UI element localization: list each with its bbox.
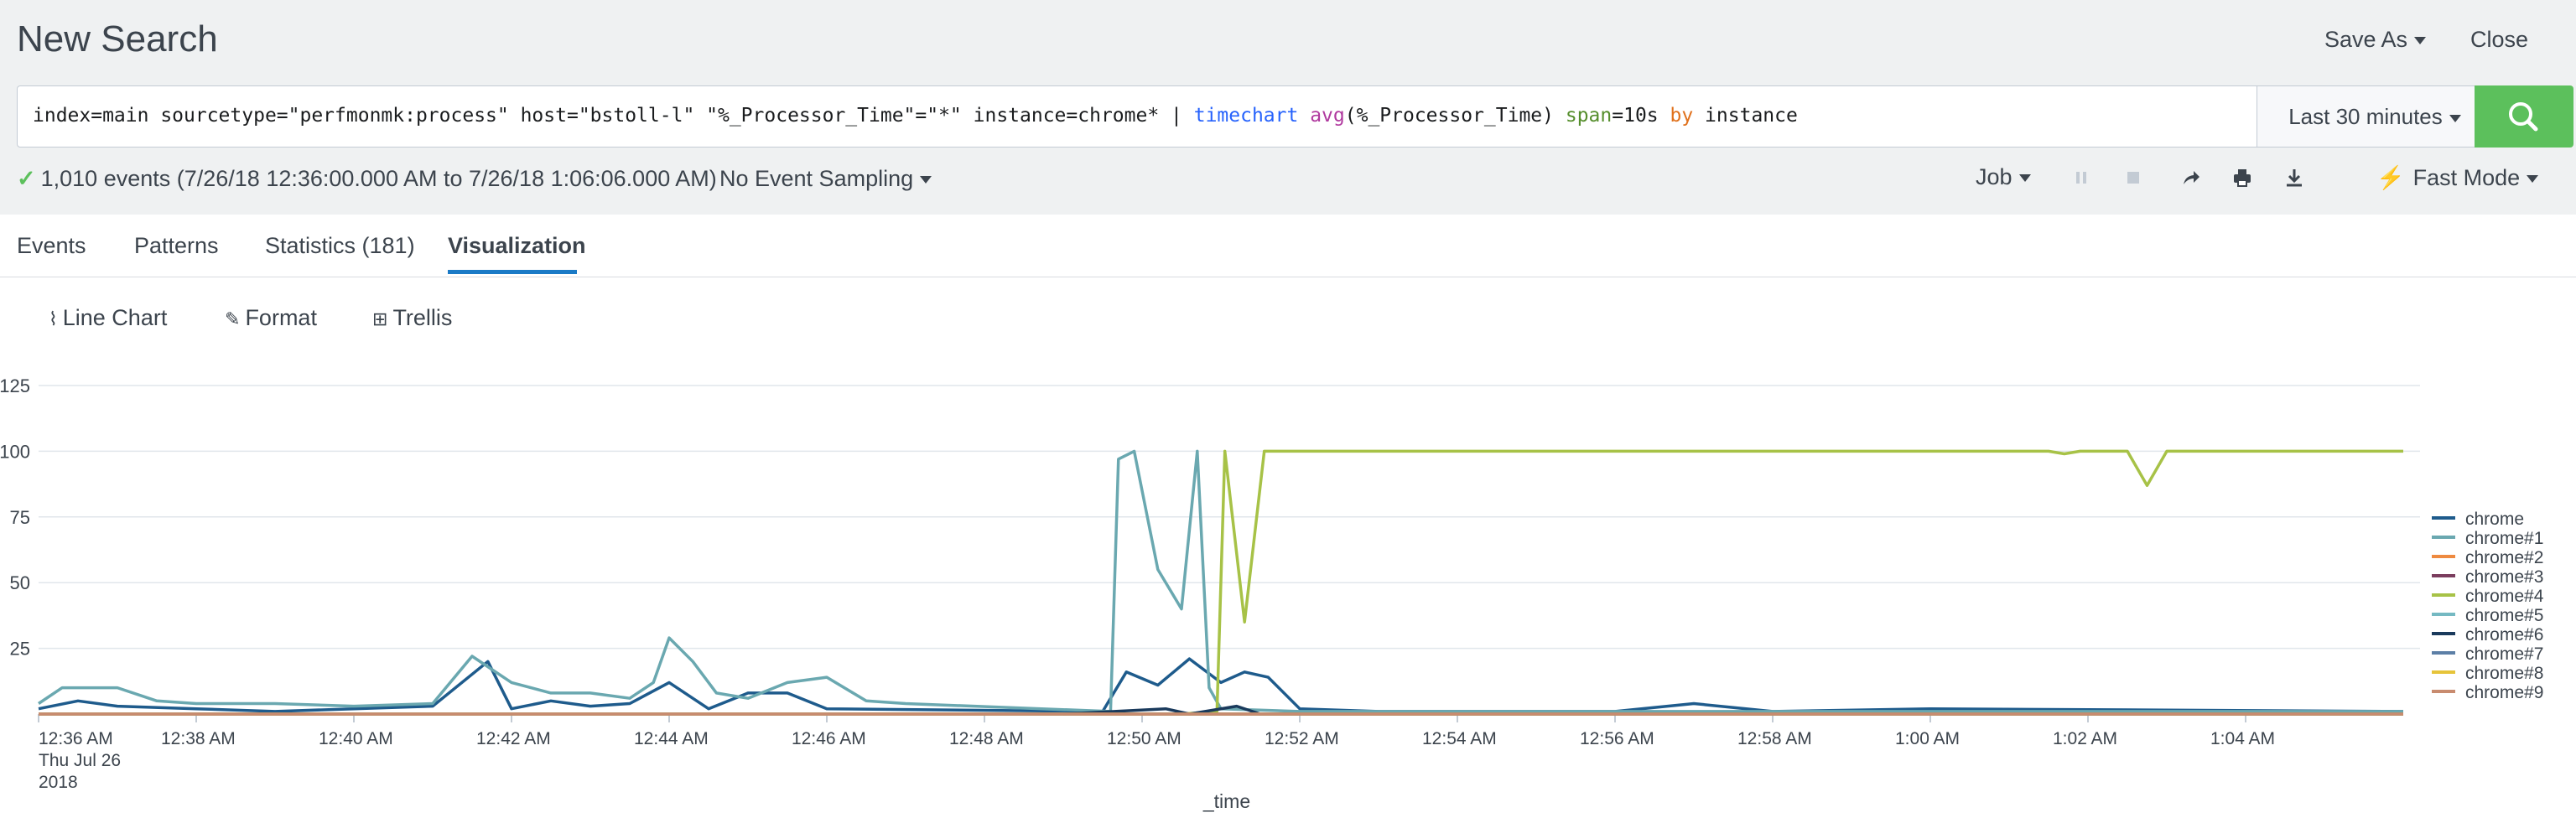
search-bar: index=main sourcetype="perfmonmk:process…	[17, 85, 2558, 148]
line-chart: 25 50 75 100 125 12:36 AM 12:38 AM 12:40 AM 12:4…	[0, 360, 2576, 819]
legend-item: chrome	[2465, 510, 2524, 529]
x-tick-label: 1:02 AM	[2053, 729, 2117, 748]
y-tick-label: 25	[10, 639, 30, 660]
x-tick-label: 1:04 AM	[2210, 729, 2275, 748]
x-tick-label: 12:40 AM	[319, 729, 393, 748]
legend-item: chrome#5	[2465, 606, 2543, 625]
x-tick-label: 12:54 AM	[1422, 729, 1497, 748]
legend-item: chrome#6	[2465, 625, 2543, 644]
search-mode-menu[interactable]: ⚡ Fast Mode	[2376, 164, 2539, 191]
line-chart-icon: ⌇	[49, 308, 58, 329]
x-tick-label: 12:48 AM	[949, 729, 1024, 748]
grid-icon: ⊞	[372, 308, 388, 329]
y-tick-label: 100	[0, 441, 30, 462]
y-tick-label: 125	[0, 375, 30, 396]
pencil-icon: ✎	[225, 308, 241, 329]
legend-item: chrome#1	[2465, 529, 2543, 548]
x-tick-label: 12:38 AM	[161, 729, 236, 748]
download-icon[interactable]	[2283, 166, 2306, 189]
x-tick-label: 12:46 AM	[792, 729, 866, 748]
close-button[interactable]: Close	[2470, 27, 2528, 53]
caret-down-icon	[920, 176, 932, 184]
caret-down-icon	[2449, 114, 2461, 122]
save-as-menu[interactable]: Save As	[2324, 27, 2427, 53]
format-button[interactable]: ✎ Format	[225, 305, 317, 331]
page-title: New Search	[17, 18, 218, 60]
tab-events[interactable]: Events	[17, 233, 86, 259]
legend-item: chrome#2	[2465, 548, 2543, 567]
search-header: New Search Save As Close index=main sour…	[0, 0, 2576, 215]
check-icon: ✓	[17, 166, 36, 191]
bolt-icon: ⚡	[2376, 165, 2405, 190]
legend-item: chrome#8	[2465, 664, 2543, 683]
caret-down-icon	[2414, 37, 2427, 45]
x-tick-label: 12:42 AM	[476, 729, 551, 748]
event-count-status: ✓ 1,010 events (7/26/18 12:36:00.000 AM t…	[17, 166, 717, 191]
legend-item: chrome#4	[2465, 587, 2544, 606]
chart-canvas: 25 50 75 100 125 12:36 AM 12:38 AM 12:40 AM 12:4…	[0, 375, 2544, 812]
search-button[interactable]	[2475, 85, 2573, 148]
tab-visualization[interactable]: Visualization	[448, 233, 586, 259]
pause-icon[interactable]	[2070, 166, 2093, 189]
x-tick-label: 12:52 AM	[1265, 729, 1339, 748]
x-axis-title: _time	[1202, 790, 1250, 812]
active-tab-indicator	[448, 270, 577, 274]
x-date-label: Thu Jul 26	[39, 751, 121, 770]
x-tick-label: 1:00 AM	[1895, 729, 1960, 748]
line-chart-button[interactable]: ⌇ Line Chart	[49, 305, 167, 331]
caret-down-icon	[2018, 174, 2031, 183]
stop-icon[interactable]	[2122, 166, 2145, 189]
legend-item: chrome#9	[2465, 683, 2543, 702]
legend-item: chrome#7	[2465, 644, 2543, 664]
search-query-input[interactable]: index=main sourcetype="perfmonmk:process…	[33, 105, 1798, 127]
results-tabs: Events Patterns Statistics (181) Visuali…	[0, 215, 2576, 277]
event-sampling-menu[interactable]: No Event Sampling	[719, 166, 932, 192]
y-tick-label: 50	[10, 572, 30, 593]
tab-statistics[interactable]: Statistics (181)	[265, 233, 415, 259]
x-tick-label: 12:58 AM	[1737, 729, 1812, 748]
time-range-picker[interactable]: Last 30 minutes	[2257, 86, 2492, 147]
share-icon[interactable]	[2179, 166, 2202, 189]
x-date-label: 2018	[39, 773, 78, 792]
print-icon[interactable]	[2231, 166, 2254, 189]
x-tick-label: 12:56 AM	[1580, 729, 1654, 748]
x-tick-label: 12:44 AM	[634, 729, 709, 748]
x-tick-label: 12:50 AM	[1107, 729, 1182, 748]
tab-patterns[interactable]: Patterns	[134, 233, 219, 259]
legend-item: chrome#3	[2465, 567, 2543, 587]
search-icon	[2509, 102, 2538, 132]
caret-down-icon	[2527, 175, 2539, 184]
job-menu[interactable]: Job	[1976, 164, 2031, 190]
trellis-button[interactable]: ⊞ Trellis	[372, 305, 452, 331]
x-tick-label: 12:36 AM	[39, 729, 113, 748]
y-tick-label: 75	[10, 507, 30, 528]
